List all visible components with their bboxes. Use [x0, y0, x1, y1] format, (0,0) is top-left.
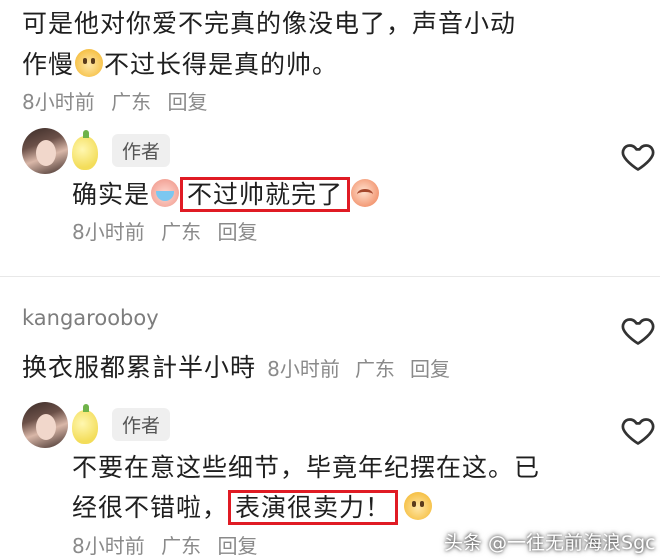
reply-button[interactable]: 回复 [217, 220, 257, 244]
comment-time: 8小时前 [22, 90, 95, 114]
avatar[interactable] [22, 128, 68, 174]
reply-text-line: 确实是 不过帅就完了 [72, 175, 380, 212]
comment-text-suffix: 不过长得是真的帅。 [104, 50, 339, 79]
comment-row: 换衣服都累計半小時 8小时前 广东 回复 [22, 348, 450, 384]
heart-outline-icon[interactable] [620, 138, 656, 174]
comment-username[interactable]: kangarooboy [22, 306, 159, 330]
dog-emoji-icon [75, 49, 104, 77]
lemon-icon [72, 404, 98, 444]
section-divider [0, 276, 660, 277]
reply-text-line: 经很不错啦， 表演很卖力！ [72, 488, 433, 525]
author-badge: 作者 [112, 134, 171, 167]
reply-meta: 8小时前 广东 回复 [72, 216, 267, 245]
avatar[interactable] [22, 402, 68, 448]
comment-text-prefix: 作慢 [22, 50, 75, 79]
reply-text-prefix: 确实是 [72, 180, 151, 209]
reply-location: 广东 [161, 220, 202, 244]
reply-time: 8小时前 [72, 534, 145, 558]
highlighted-text: 不过帅就完了 [180, 177, 351, 212]
author-badge: 作者 [112, 408, 171, 441]
comment-text-line: 可是他对你爱不完真的像没电了，声音小动 [22, 9, 517, 38]
reply-button[interactable]: 回复 [217, 534, 257, 558]
reply-time: 8小时前 [72, 220, 145, 244]
reply-text-line: 不要在意这些细节，毕竟年纪摆在这。已 [72, 453, 541, 482]
peach-emoji-icon [351, 179, 380, 207]
comment-text-line: 作慢 不过长得是真的帅。 [22, 45, 338, 81]
heart-outline-icon[interactable] [620, 312, 656, 348]
dog-emoji-icon [404, 492, 433, 520]
reply-meta: 8小时前 广东 回复 [72, 530, 267, 559]
comment-meta: 8小时前 广东 回复 [22, 86, 217, 115]
watermark: 头条 @一往无前海浪Sgc [444, 532, 656, 554]
reply-button[interactable]: 回复 [167, 90, 207, 114]
reply-text-prefix: 经很不错啦， [72, 493, 229, 522]
comment-location: 广东 [354, 357, 395, 381]
highlighted-text: 表演很卖力！ [228, 490, 399, 525]
lemon-icon [72, 130, 98, 170]
reply-location: 广东 [161, 534, 202, 558]
reply-button[interactable]: 回复 [410, 357, 450, 381]
heart-outline-icon[interactable] [620, 412, 656, 448]
comment-time: 8小时前 [267, 357, 340, 381]
comment-text: 换衣服都累計半小時 [22, 353, 257, 382]
comment-location: 广东 [111, 90, 152, 114]
crying-emoji-icon [151, 179, 180, 207]
